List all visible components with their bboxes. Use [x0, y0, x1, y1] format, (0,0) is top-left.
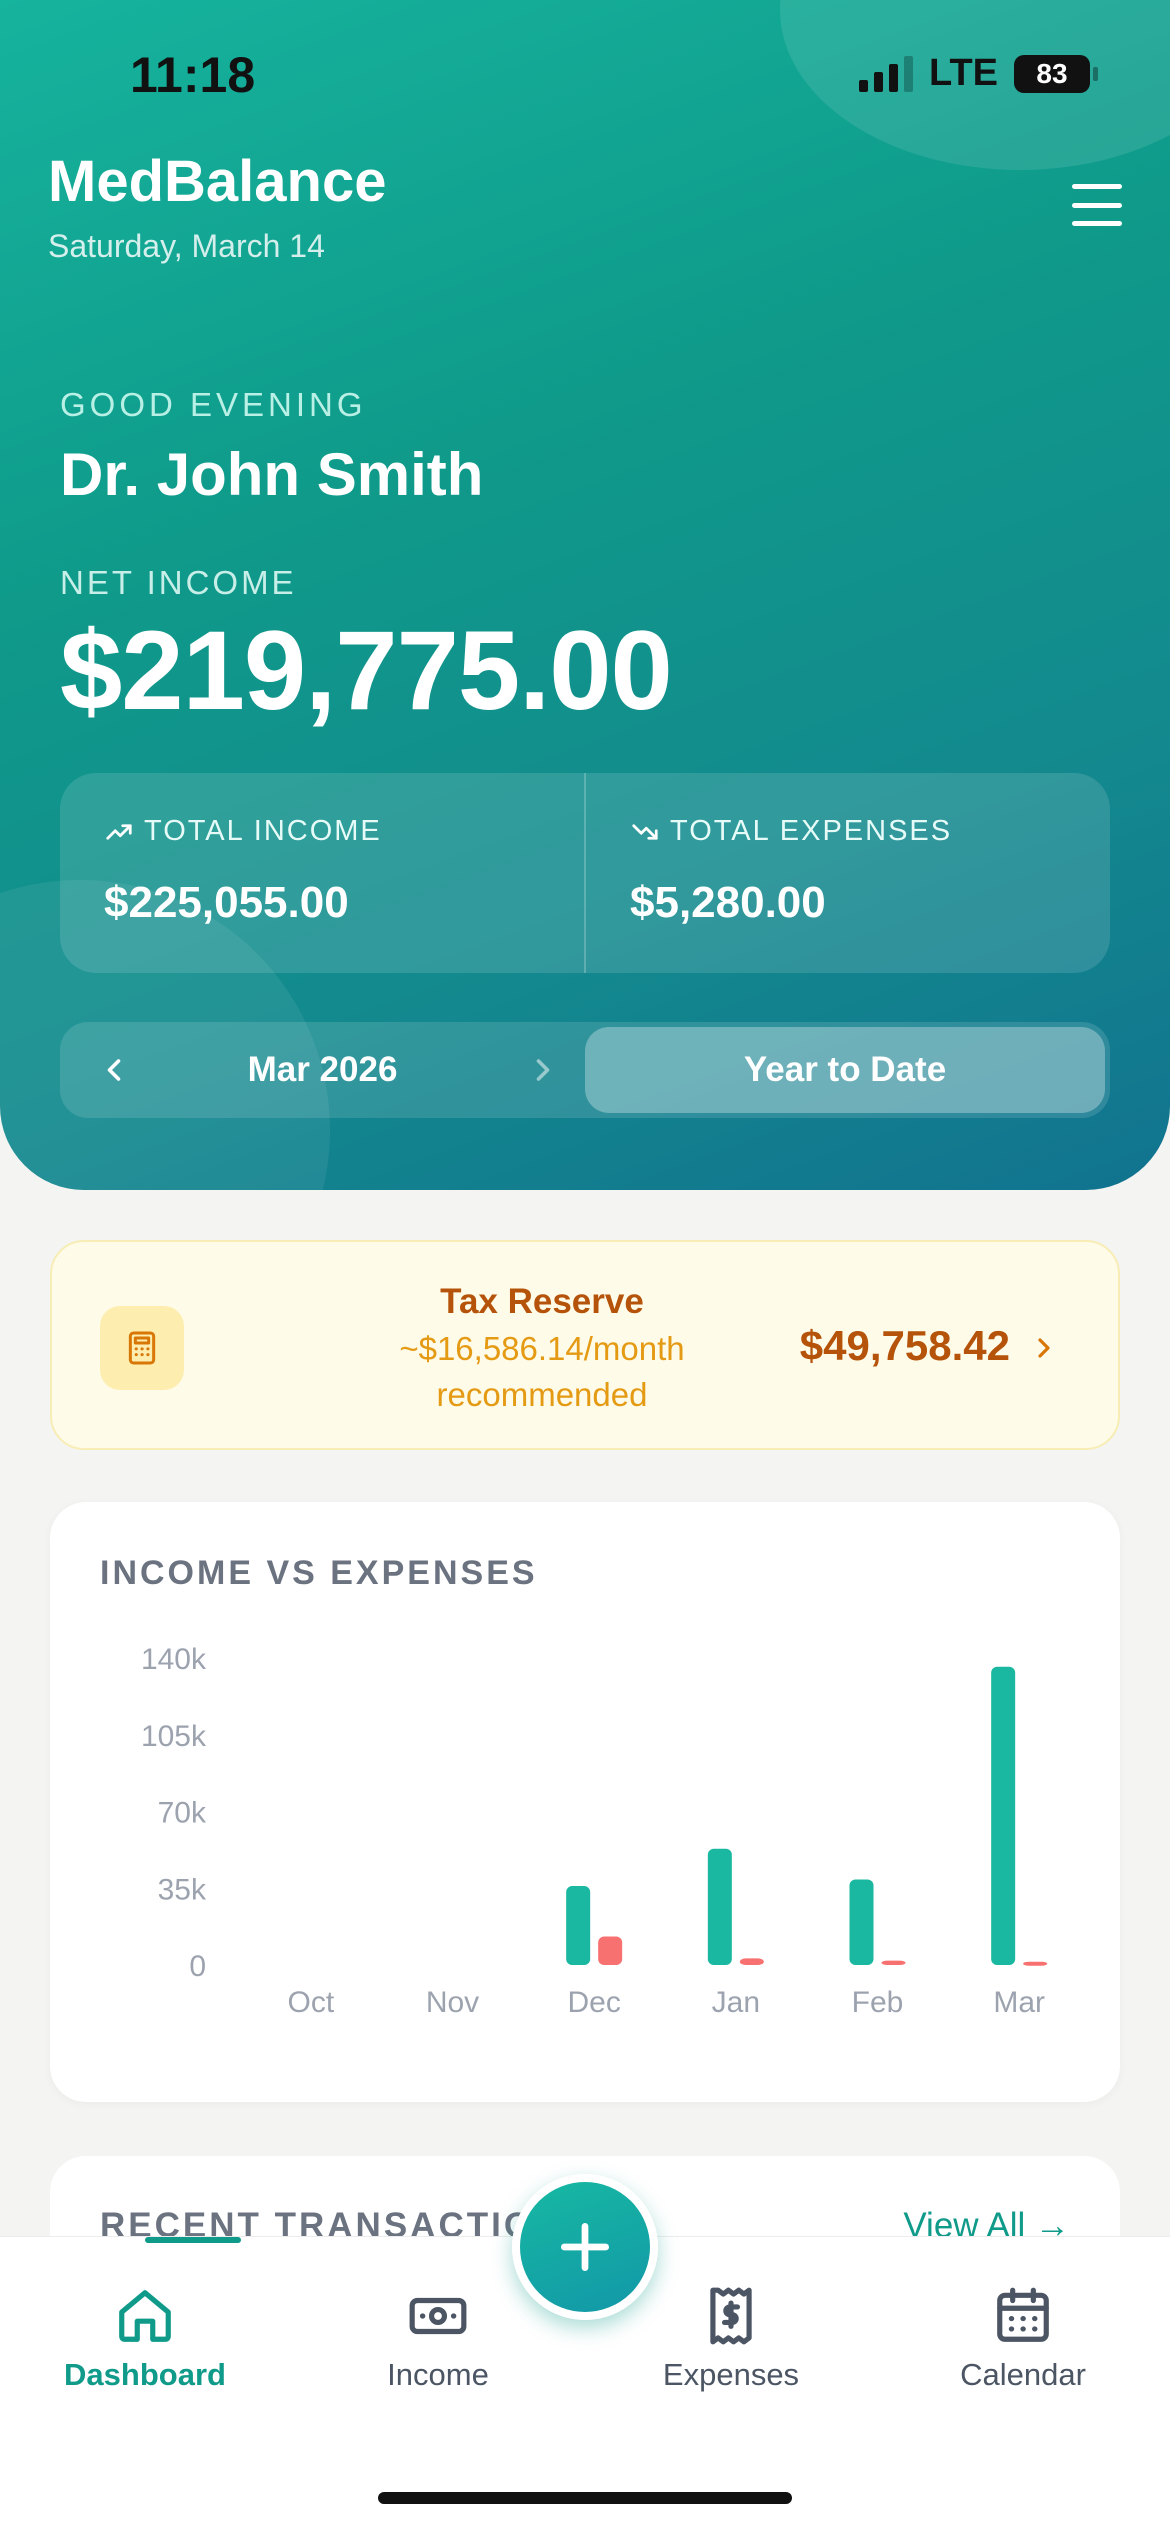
net-income-label: NET INCOME — [60, 564, 297, 601]
x-tick-label: Jan — [712, 1986, 760, 2019]
tax-reserve-recommended: recommended — [436, 1376, 648, 1413]
chevron-right-icon[interactable] — [525, 1052, 561, 1088]
net-income-value: $219,775.00 — [60, 608, 673, 733]
y-tick-label: 140k — [141, 1643, 207, 1676]
total-expenses: TOTAL EXPENSES $5,280.00 — [584, 773, 1110, 973]
home-indicator — [378, 2492, 792, 2504]
add-transaction-button[interactable] — [512, 2174, 658, 2320]
total-expenses-value: $5,280.00 — [630, 878, 826, 927]
status-time: 11:18 — [130, 47, 256, 103]
y-tick-label: 70k — [158, 1797, 207, 1830]
trending-up-icon — [106, 823, 132, 840]
nav-calendar-label: Calendar — [960, 2357, 1086, 2392]
tax-icon-wrap — [100, 1306, 184, 1390]
x-tick-label: Oct — [287, 1986, 334, 2019]
chevron-left-icon[interactable] — [96, 1052, 132, 1088]
income-expenses-chart: 0 35k 70k 105k 140k Oct Nov Dec Jan Feb Mar — [141, 1643, 1048, 2019]
x-tick-label: Mar — [993, 1986, 1045, 2019]
app-title: MedBalance — [48, 149, 387, 214]
battery-icon: 83 — [1014, 54, 1098, 93]
period-selector: Mar 2026 Year to Date — [60, 1022, 1110, 1118]
month-label[interactable]: Mar 2026 — [248, 1050, 398, 1090]
income-expenses-chart-card: INCOME VS EXPENSES 0 35k 70k 105k 140k Oct Nov… — [50, 1502, 1120, 2102]
total-income: TOTAL INCOME $225,055.00 — [60, 773, 584, 973]
receipt-icon — [710, 2287, 752, 2345]
nav-expenses[interactable]: Expenses — [611, 2285, 851, 2393]
x-tick-label: Nov — [426, 1986, 479, 2019]
y-tick-label: 0 — [189, 1950, 206, 1983]
calculator-icon — [128, 1331, 156, 1365]
tax-reserve-texts: Tax Reserve ~$16,586.14/month recommende… — [282, 1282, 802, 1418]
current-date: Saturday, March 14 — [48, 228, 325, 264]
tax-reserve-card[interactable]: Tax Reserve ~$16,586.14/month recommende… — [50, 1240, 1120, 1450]
income-bar — [707, 1848, 732, 1965]
expense-bar — [1023, 1961, 1048, 1966]
nav-income[interactable]: Income — [318, 2285, 558, 2393]
hamburger-icon-line — [1072, 202, 1122, 208]
signal-icon — [859, 55, 914, 92]
nav-dashboard[interactable]: Dashboard — [25, 2285, 265, 2393]
user-name: Dr. John Smith — [60, 441, 484, 508]
tax-reserve-monthly: ~$16,586.14/month — [399, 1330, 685, 1367]
x-tick-label: Dec — [567, 1986, 620, 2019]
tax-reserve-title: Tax Reserve — [440, 1282, 644, 1321]
nav-dashboard-label: Dashboard — [64, 2357, 226, 2392]
expense-bar — [598, 1936, 623, 1965]
hero-header: 11:18 LTE 83 MedBalance Saturday, March … — [0, 0, 1170, 1190]
home-icon — [119, 2290, 171, 2342]
month-selector: Mar 2026 — [60, 1022, 585, 1118]
plus-icon — [560, 2222, 610, 2272]
nav-calendar[interactable]: Calendar — [903, 2285, 1143, 2393]
tax-reserve-amount: $49,758.42 — [799, 1322, 1010, 1369]
y-tick-label: 105k — [141, 1720, 207, 1753]
active-tab-indicator — [145, 2237, 241, 2243]
totals-summary: TOTAL INCOME $225,055.00 TOTAL EXPENSES … — [60, 773, 1110, 973]
x-tick-label: Feb — [852, 1986, 904, 2019]
chevron-right-icon — [1038, 1338, 1050, 1358]
y-tick-label: 35k — [158, 1873, 207, 1906]
income-bar — [991, 1666, 1016, 1965]
greeting: GOOD EVENING — [60, 386, 367, 423]
income-bar — [566, 1886, 591, 1965]
banknote-icon — [409, 2297, 467, 2335]
nav-income-label: Income — [387, 2357, 489, 2392]
total-expenses-label: TOTAL EXPENSES — [670, 815, 953, 847]
menu-button[interactable] — [1072, 180, 1122, 230]
trending-down-icon — [632, 823, 658, 840]
nav-expenses-label: Expenses — [662, 2357, 800, 2392]
hamburger-icon-line — [1072, 184, 1122, 189]
income-bar — [849, 1879, 874, 1965]
battery-level: 83 — [1036, 57, 1068, 89]
network-label: LTE — [929, 52, 998, 94]
hamburger-icon-line — [1072, 221, 1122, 226]
status-indicators: LTE 83 — [859, 52, 1098, 95]
expense-bar — [739, 1958, 764, 1965]
expense-bar — [881, 1960, 906, 1965]
total-income-label: TOTAL INCOME — [144, 815, 382, 847]
calendar-icon — [997, 2287, 1049, 2342]
year-to-date-button[interactable]: Year to Date — [585, 1027, 1105, 1113]
total-income-value: $225,055.00 — [104, 878, 349, 927]
